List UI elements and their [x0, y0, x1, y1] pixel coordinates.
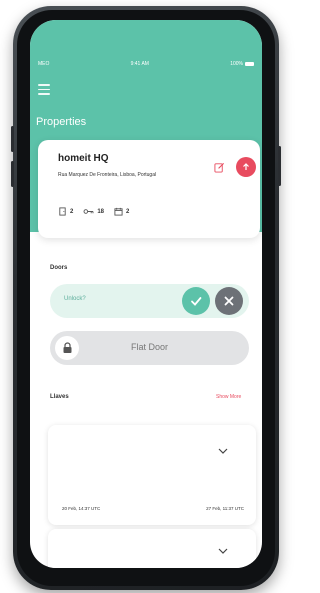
- cancel-unlock-button[interactable]: [215, 287, 243, 315]
- power-button: [278, 146, 281, 186]
- clock: 9:41 AM: [130, 61, 149, 67]
- door-item-flat-door[interactable]: Flat Door: [50, 331, 249, 365]
- property-address: Rua Marquez De Fronteira, Lisboa, Portug…: [58, 172, 157, 178]
- door-icon: [59, 207, 66, 216]
- llave-start-time: 20 Feb, 14:37 UTC: [62, 506, 101, 511]
- property-name: homeit HQ: [58, 153, 109, 164]
- door-name: Flat Door: [130, 342, 168, 352]
- confirm-unlock-button[interactable]: [182, 287, 210, 315]
- app-screen: MEO 9:41 AM 100% Properties homeit HQ Ru…: [30, 20, 262, 568]
- volume-up-button: [11, 126, 14, 152]
- unlock-prompt-bar: Unlock?: [50, 284, 249, 318]
- battery-label: 100%: [230, 61, 243, 67]
- check-icon: [191, 297, 202, 306]
- doors-section-label: Doors: [50, 265, 68, 271]
- carrier-label: MEO: [38, 61, 50, 67]
- llave-end-time: 27 Feb, 11:37 UTC: [206, 506, 244, 511]
- llaves-section-label: Llaves: [50, 394, 69, 400]
- llave-card[interactable]: 20 Feb, 14:37 UTC 27 Feb, 11:37 UTC: [48, 425, 256, 525]
- chevron-down-icon[interactable]: [216, 546, 230, 556]
- keys-stat: 18: [83, 207, 104, 216]
- llave-time-range: 20 Feb, 14:37 UTC 27 Feb, 11:37 UTC: [62, 506, 244, 511]
- volume-down-button: [11, 161, 14, 187]
- menu-icon[interactable]: [38, 84, 50, 96]
- chevron-down-icon[interactable]: [216, 446, 230, 456]
- bookings-stat: 2: [114, 207, 129, 216]
- unlock-prompt-text: Unlock?: [64, 296, 86, 302]
- share-icon: [243, 163, 249, 170]
- battery-icon: [244, 62, 254, 66]
- share-button[interactable]: [236, 157, 256, 177]
- battery-status: 100%: [230, 61, 254, 67]
- doors-count: 2: [70, 208, 74, 215]
- property-stats: 2 18 2: [58, 207, 129, 216]
- edit-icon[interactable]: [214, 162, 225, 173]
- bookings-count: 2: [126, 208, 130, 215]
- property-card[interactable]: homeit HQ Rua Marquez De Fronteira, Lisb…: [38, 140, 260, 238]
- close-icon: [224, 296, 234, 306]
- keys-count: 18: [97, 208, 105, 215]
- calendar-icon: [114, 207, 123, 216]
- llave-card[interactable]: [48, 529, 256, 568]
- page-title: Properties: [36, 116, 87, 128]
- key-icon: [83, 209, 94, 214]
- status-bar: MEO 9:41 AM 100%: [30, 58, 262, 70]
- doors-stat: 2: [58, 207, 73, 216]
- show-more-link[interactable]: Show More: [216, 394, 241, 400]
